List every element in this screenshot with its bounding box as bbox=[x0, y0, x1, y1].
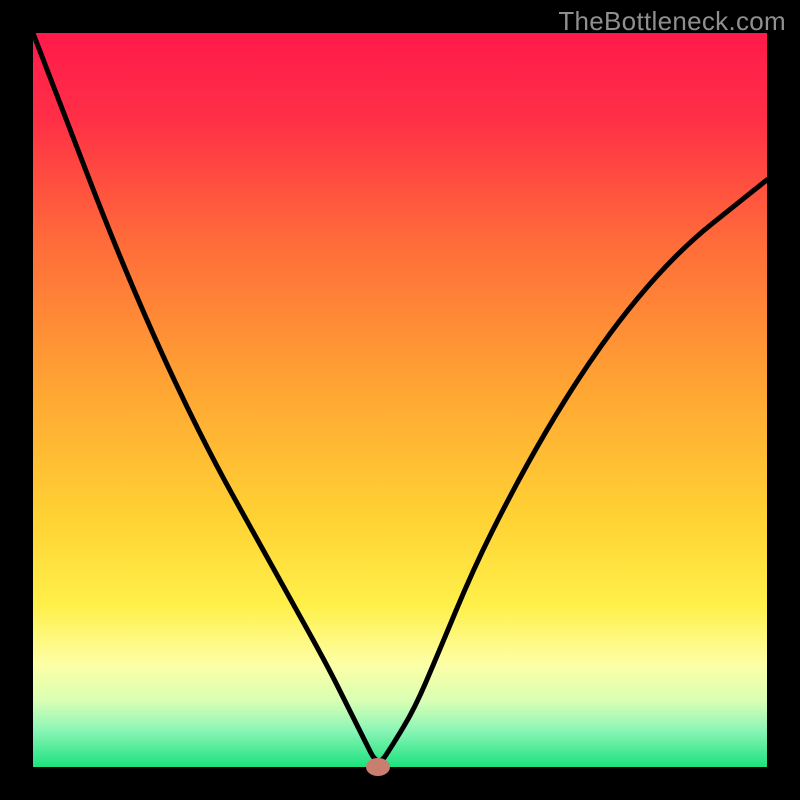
chart-container: TheBottleneck.com bbox=[0, 0, 800, 800]
optimal-point-marker bbox=[366, 758, 390, 776]
bottleneck-curve-chart bbox=[0, 0, 800, 800]
plot-area bbox=[33, 33, 767, 767]
watermark-text: TheBottleneck.com bbox=[558, 6, 786, 37]
